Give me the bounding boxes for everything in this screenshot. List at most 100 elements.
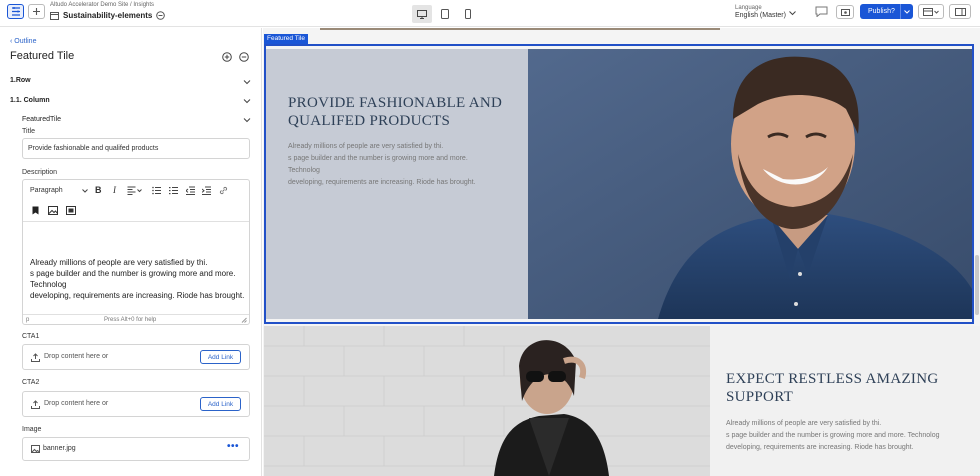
rte-divider xyxy=(23,221,249,222)
properties-panel: ‹ Outline Featured Tile 1.Row 1.1. Colum… xyxy=(0,28,262,476)
tablet-icon xyxy=(441,9,449,19)
tile-body-line: developing, requirements are increasing.… xyxy=(288,179,476,186)
more-options-icon[interactable]: ••• xyxy=(227,441,239,452)
chevron-down-icon[interactable] xyxy=(789,11,796,16)
publish-button[interactable]: Publish? xyxy=(860,4,913,19)
rte-path: p xyxy=(26,317,30,323)
tile-heading-line: QUALIFED PRODUCTS xyxy=(288,113,451,129)
tile-body: Already millions of people are very sati… xyxy=(288,141,476,189)
page-name: Sustainability-elements xyxy=(50,11,166,20)
breadcrumb[interactable]: Altudo Accelerator Demo Site / Insights xyxy=(50,2,154,8)
tile2-heading: EXPECT RESTLESS AMAZING SUPPORT xyxy=(726,370,938,406)
image-filename: banner.jpg xyxy=(43,445,76,452)
tile-body-line: Technolog xyxy=(288,167,320,174)
tree-item-featuredtile[interactable]: FeaturedTile xyxy=(22,116,61,123)
remove-circle-icon[interactable] xyxy=(239,52,249,62)
image-file-icon xyxy=(31,445,40,453)
chevron-down-icon[interactable] xyxy=(243,97,251,105)
title-input-value: Provide fashionable and qualifed product… xyxy=(28,145,159,152)
link-icon[interactable] xyxy=(219,186,228,195)
component-title: Featured Tile xyxy=(10,50,75,62)
menu-icon xyxy=(11,7,20,16)
preview-icon xyxy=(840,8,850,16)
description-line: Already millions of people are very sati… xyxy=(30,258,208,267)
cta2-add-link-button[interactable]: Add Link xyxy=(200,397,241,411)
tree-item-column[interactable]: 1.1. Column xyxy=(10,97,50,104)
title-input[interactable]: Provide fashionable and qualifed product… xyxy=(22,138,250,159)
chevron-down-icon xyxy=(904,9,910,14)
preview-button[interactable] xyxy=(836,5,854,19)
second-tile-text-panel: EXPECT RESTLESS AMAZING SUPPORT Already … xyxy=(710,326,980,476)
panel-icon xyxy=(954,7,966,16)
layout-icon xyxy=(923,7,939,16)
rte-help: Press Alt+0 for help xyxy=(104,317,157,323)
layout-menu-button[interactable] xyxy=(918,4,944,19)
language-label: Language xyxy=(735,5,762,11)
tile-heading: PROVIDE FASHIONABLE AND QUALIFED PRODUCT… xyxy=(288,94,502,130)
panel-toggle-button[interactable] xyxy=(949,4,971,19)
chevron-down-icon[interactable] xyxy=(243,116,251,124)
comment-icon[interactable] xyxy=(815,6,828,17)
cta1-label: CTA1 xyxy=(22,333,40,340)
featured-tile-tag[interactable]: Featured Tile xyxy=(264,34,308,44)
page-name-label: Sustainability-elements xyxy=(63,11,153,20)
plus-icon xyxy=(33,8,40,15)
outline-link-label: Outline xyxy=(14,38,37,45)
title-label: Title xyxy=(22,128,35,135)
bold-button[interactable]: B xyxy=(95,185,102,195)
tile2-body: Already millions of people are very sati… xyxy=(726,418,976,454)
tree-item-row[interactable]: 1.Row xyxy=(10,77,31,84)
tile-body-line: Already millions of people are very sati… xyxy=(288,143,444,150)
tile2-heading-line: SUPPORT xyxy=(726,389,794,405)
page-status-icon[interactable] xyxy=(156,11,166,20)
resize-handle-icon[interactable] xyxy=(241,317,247,323)
second-tile-image xyxy=(264,326,710,476)
description-line: s page builder and the number is growing… xyxy=(30,269,236,278)
chevron-down-icon[interactable] xyxy=(243,78,251,86)
bookmark-icon[interactable] xyxy=(32,206,39,215)
tile2-heading-line: EXPECT RESTLESS AMAZING xyxy=(726,371,939,387)
outdent-icon[interactable] xyxy=(186,186,195,195)
cta2-placeholder: Drop content here or xyxy=(44,400,109,407)
outline-back-link[interactable]: ‹ Outline xyxy=(10,38,36,45)
media-icon[interactable] xyxy=(66,206,76,215)
image-field[interactable]: banner.jpg ••• xyxy=(22,437,250,461)
paragraph-select[interactable]: Paragraph xyxy=(30,187,88,194)
tablet-view-button[interactable] xyxy=(435,5,455,23)
italic-button[interactable]: I xyxy=(113,185,116,195)
indent-icon[interactable] xyxy=(202,186,211,195)
tile-heading-line: PROVIDE FASHIONABLE AND xyxy=(288,95,503,111)
cta1-dropzone[interactable]: Drop content here or Add Link xyxy=(22,344,250,370)
description-text[interactable]: Already millions of people are very sati… xyxy=(30,257,245,301)
mobile-icon xyxy=(465,9,471,19)
woman-with-sunglasses-photo xyxy=(264,326,710,476)
image-label: Image xyxy=(22,426,42,433)
description-label: Description xyxy=(22,169,58,176)
desktop-view-button[interactable] xyxy=(412,5,432,23)
upload-icon xyxy=(31,400,40,409)
cta2-dropzone[interactable]: Drop content here or Add Link xyxy=(22,391,250,417)
add-button[interactable] xyxy=(28,4,45,19)
description-line: Technolog xyxy=(30,280,67,289)
numbered-list-icon[interactable] xyxy=(152,186,161,195)
publish-split[interactable] xyxy=(900,4,913,19)
previous-section-strip xyxy=(320,28,720,30)
canvas-scrollbar[interactable] xyxy=(975,255,979,315)
align-icon[interactable] xyxy=(127,186,143,195)
featured-tile-image xyxy=(528,49,972,319)
smiling-man-photo xyxy=(528,49,972,319)
add-circle-icon[interactable] xyxy=(222,52,232,62)
tile2-body-line: Already millions of people are very sati… xyxy=(726,420,882,427)
tile2-body-line: developing, requirements are increasing.… xyxy=(726,444,914,451)
tile-body-line: s page builder and the number is growing… xyxy=(288,155,468,162)
language-select[interactable]: English (Master) xyxy=(735,12,786,19)
paragraph-select-value: Paragraph xyxy=(30,187,63,194)
mobile-view-button[interactable] xyxy=(458,5,478,23)
chevron-down-icon xyxy=(82,189,88,193)
publish-label: Publish? xyxy=(868,8,895,15)
bullet-list-icon[interactable] xyxy=(169,186,178,195)
description-editor[interactable] xyxy=(22,179,250,325)
image-icon[interactable] xyxy=(48,206,58,215)
cta1-add-link-button[interactable]: Add Link xyxy=(200,350,241,364)
menu-button[interactable] xyxy=(7,4,24,19)
